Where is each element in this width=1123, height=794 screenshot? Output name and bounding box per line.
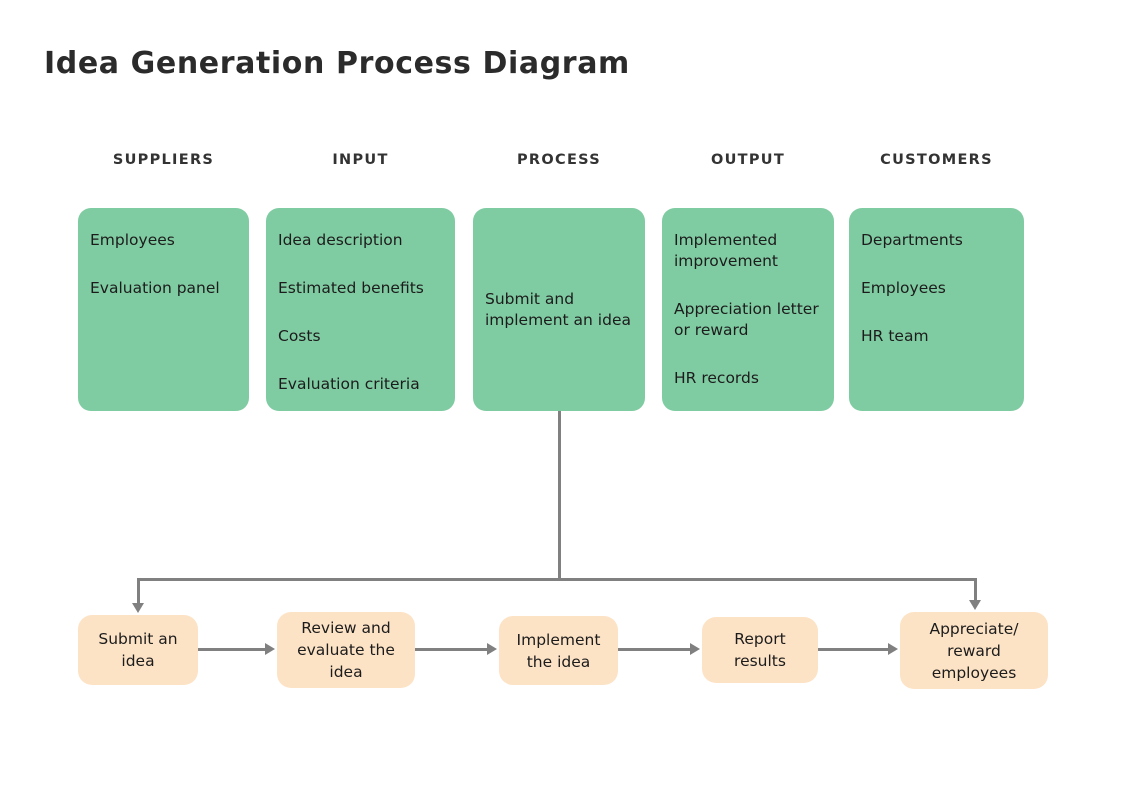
- sipoc-item: Costs: [278, 327, 321, 345]
- flow-step-implement-the-idea[interactable]: Implement the idea: [499, 616, 618, 685]
- flow-arrow-line-1-2: [198, 648, 267, 651]
- sipoc-item: Idea description: [278, 231, 403, 249]
- flow-arrow-line-3-4: [618, 648, 692, 651]
- arrow-into-step-1: [132, 603, 144, 613]
- flow-arrow-head-4-5: [888, 643, 898, 655]
- sipoc-item: Employees: [861, 279, 946, 297]
- sipoc-box-suppliers[interactable]: Employees Evaluation panel: [78, 208, 249, 411]
- process-to-flow-connector: [558, 411, 561, 581]
- flow-arrow-line-4-5: [818, 648, 890, 651]
- flow-step-label: Report results: [734, 630, 786, 670]
- flow-arrow-head-3-4: [690, 643, 700, 655]
- sipoc-item: HR records: [674, 369, 759, 387]
- flow-step-appreciate-reward-employees[interactable]: Appreciate/ reward employees: [900, 612, 1048, 689]
- flow-bracket-left-drop: [137, 578, 140, 605]
- flow-step-label: Review and evaluate the idea: [297, 619, 395, 681]
- sipoc-box-customers[interactable]: Departments Employees HR team: [849, 208, 1024, 411]
- sipoc-item: HR team: [861, 327, 929, 345]
- flow-step-label: Implement the idea: [516, 630, 601, 671]
- flow-step-label: Appreciate/ reward employees: [929, 619, 1019, 682]
- flow-step-submit-an-idea[interactable]: Submit an idea: [78, 615, 198, 685]
- sipoc-item: Appreciation letter or reward: [674, 300, 819, 339]
- column-header-input: INPUT: [332, 152, 389, 168]
- sipoc-item: Implemented improvement: [674, 231, 779, 270]
- sipoc-item: Evaluation criteria: [278, 375, 420, 393]
- flow-arrow-line-2-3: [415, 648, 489, 651]
- flow-step-report-results[interactable]: Report results: [702, 617, 818, 683]
- column-header-process: PROCESS: [516, 152, 601, 168]
- sipoc-box-input[interactable]: Idea description Estimated benefits Cost…: [266, 208, 455, 411]
- diagram-canvas: Idea Generation Process Diagram SUPPLIER…: [0, 0, 1123, 794]
- flow-step-label: Submit an idea: [98, 630, 178, 670]
- flow-bracket-right-drop: [974, 578, 977, 602]
- column-header-customers: CUSTOMERS: [880, 152, 993, 168]
- sipoc-item: Employees: [90, 231, 175, 249]
- column-header-output: OUTPUT: [710, 152, 786, 168]
- sipoc-box-output[interactable]: Implemented improvement Appreciation let…: [662, 208, 834, 411]
- page-title: Idea Generation Process Diagram: [44, 46, 630, 81]
- sipoc-item: Evaluation panel: [90, 279, 220, 297]
- sipoc-item: Departments: [861, 231, 963, 249]
- sipoc-item: Submit and implement an idea: [485, 289, 631, 329]
- flow-bracket-horizontal: [137, 578, 977, 581]
- sipoc-box-process[interactable]: Submit and implement an idea: [473, 208, 645, 411]
- flow-arrow-head-2-3: [487, 643, 497, 655]
- sipoc-item: Estimated benefits: [278, 279, 424, 297]
- flow-step-review-and-evaluate[interactable]: Review and evaluate the idea: [277, 612, 415, 688]
- column-header-suppliers: SUPPLIERS: [112, 152, 215, 168]
- arrow-into-step-5: [969, 600, 981, 610]
- flow-arrow-head-1-2: [265, 643, 275, 655]
